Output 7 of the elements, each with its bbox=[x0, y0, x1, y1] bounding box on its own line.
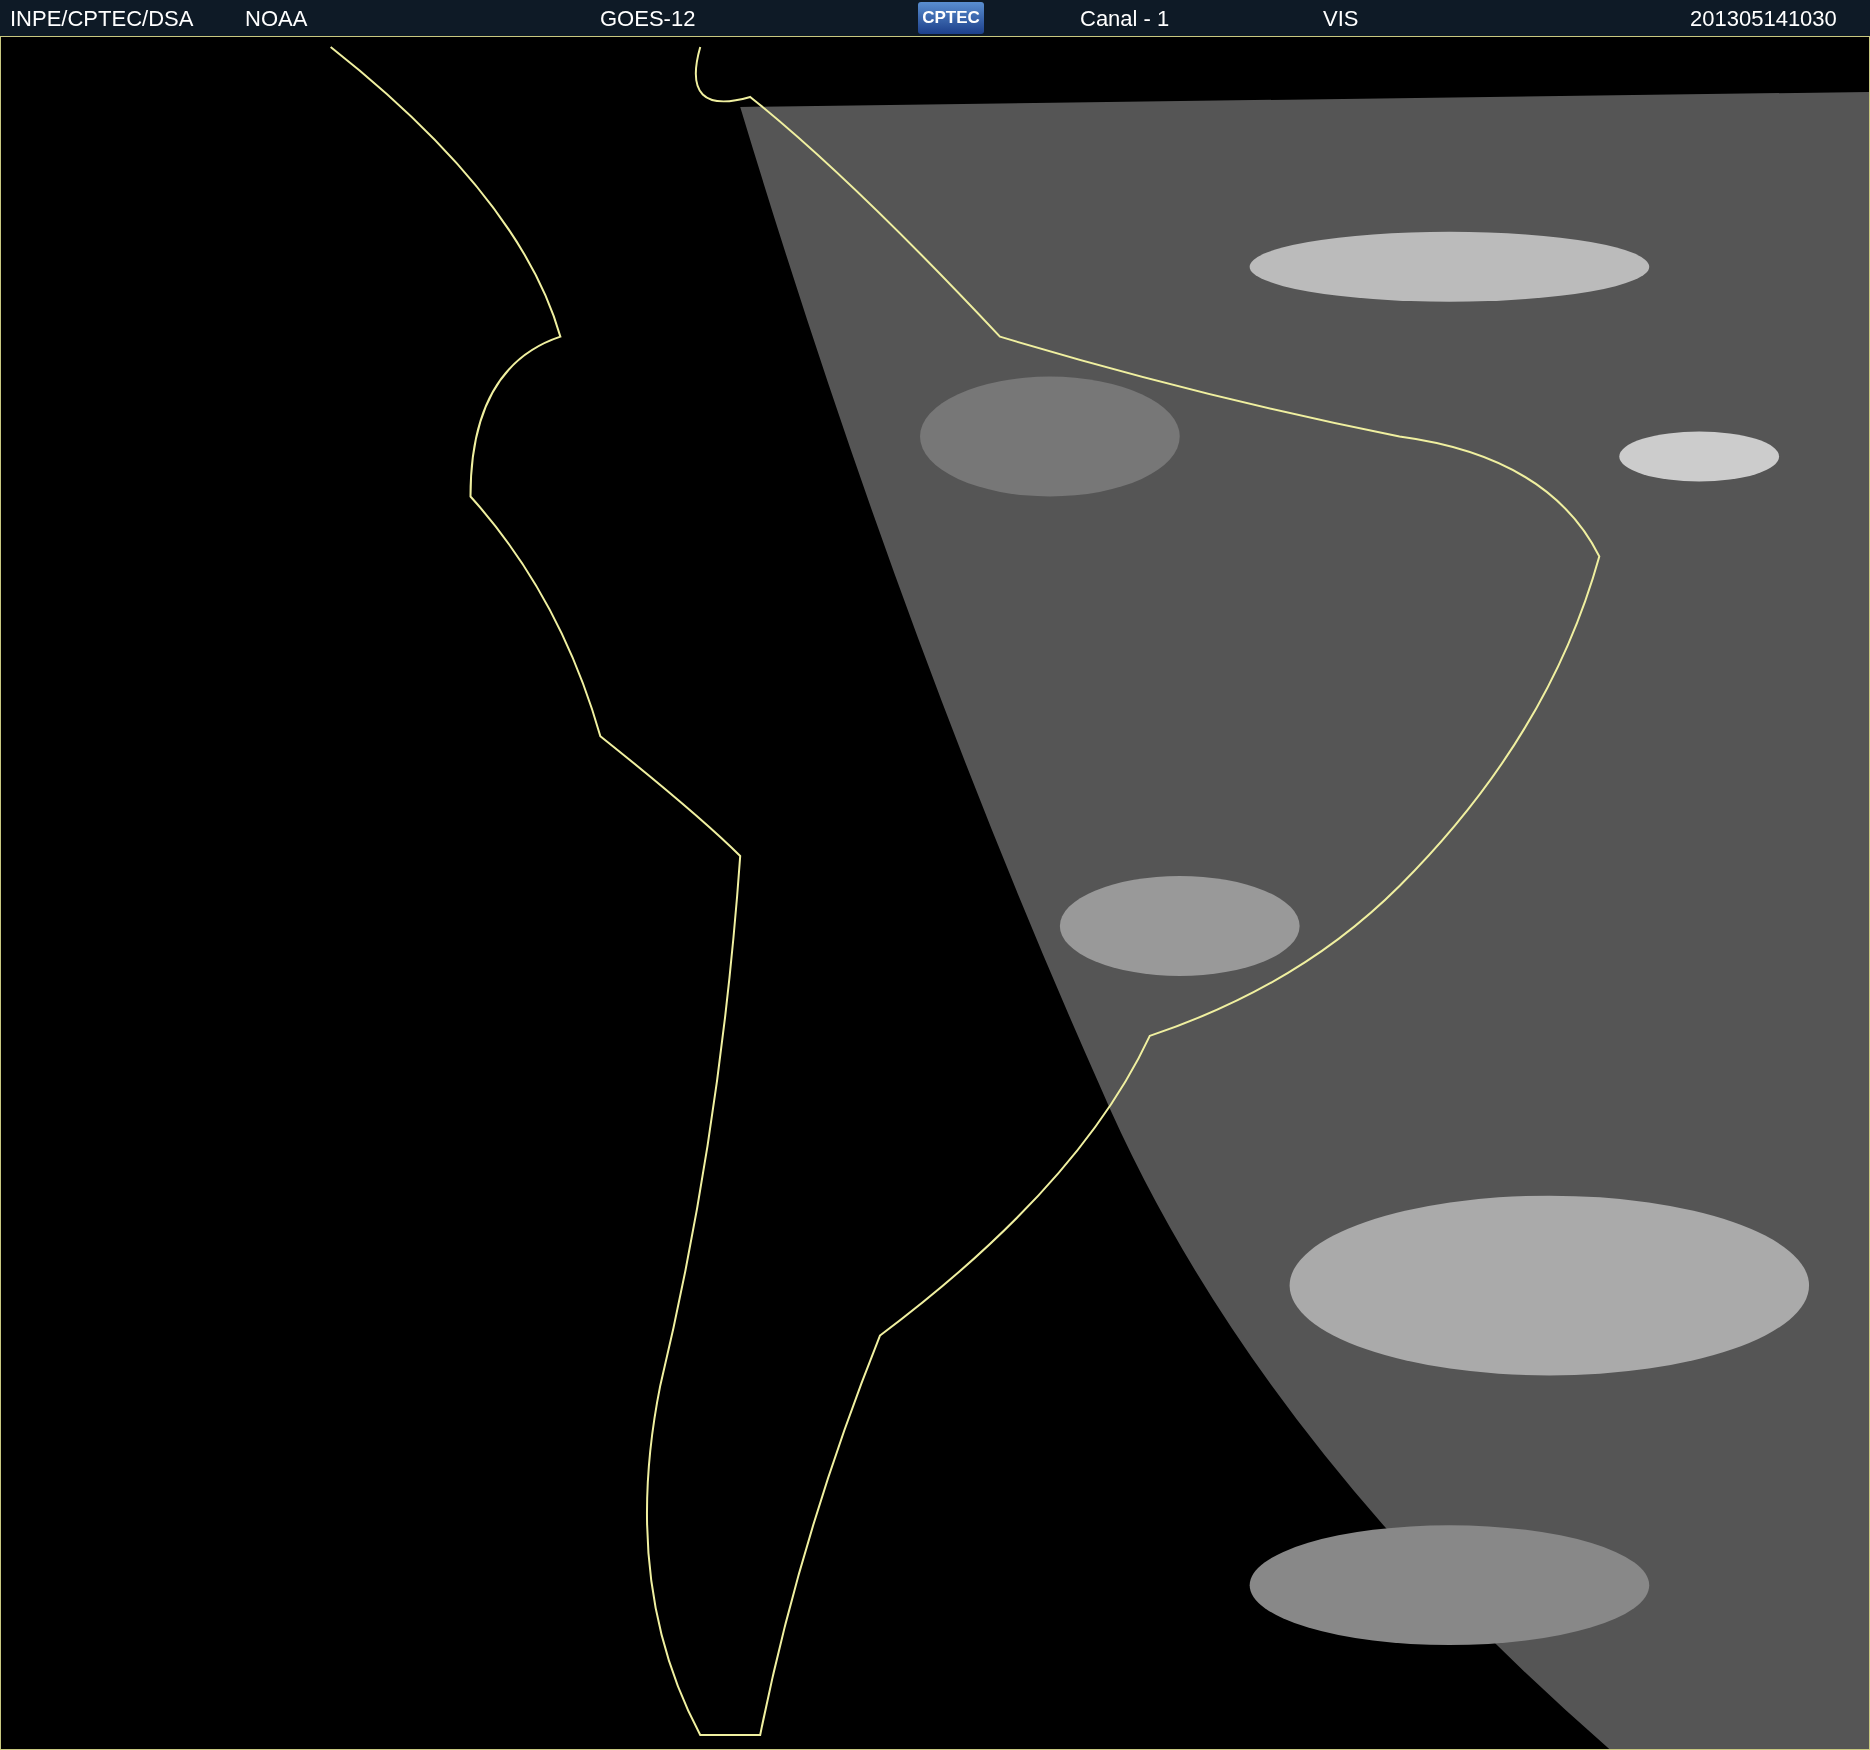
header-text: INPE/CPTEC/DSA bbox=[10, 6, 194, 32]
header-text: Canal - 1 bbox=[1080, 6, 1170, 32]
header-text: 201305141030 bbox=[1690, 6, 1837, 32]
header-text: NOAA bbox=[245, 6, 308, 32]
logo: CPTEC bbox=[918, 2, 984, 34]
header-text: VIS bbox=[1323, 6, 1359, 32]
header-text: GOES-12 bbox=[600, 6, 696, 32]
